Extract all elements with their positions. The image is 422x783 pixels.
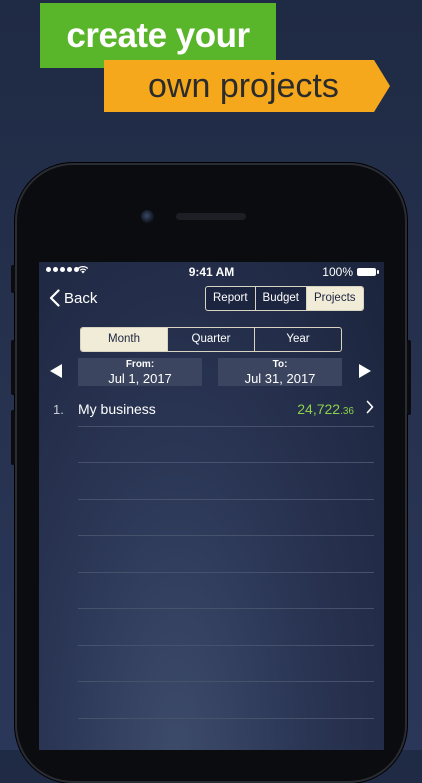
phone-mute-switch [11, 265, 15, 293]
battery-icon [357, 268, 379, 276]
project-index: 1. [53, 402, 64, 417]
promo-banner-projects: own projects [104, 60, 390, 112]
earpiece-speaker [176, 213, 246, 220]
from-date-field[interactable]: From: Jul 1, 2017 [78, 358, 202, 386]
period-year[interactable]: Year [255, 328, 341, 351]
list-divider [78, 499, 374, 500]
project-amount: 24,722.36 [297, 401, 354, 417]
tab-projects[interactable]: Projects [306, 287, 363, 310]
list-divider [78, 681, 374, 682]
status-bar: 9:41 AM 100% [39, 262, 384, 282]
phone-volume-down [11, 410, 15, 465]
chevron-left-icon [49, 289, 60, 307]
list-divider [78, 535, 374, 536]
app-screen: 9:41 AM 100% Back Report Budget Projects… [39, 262, 384, 750]
period-month[interactable]: Month [81, 328, 168, 351]
promo-banner-create: create your [40, 3, 276, 68]
front-camera [141, 210, 154, 223]
project-amount-cents: .36 [340, 406, 354, 417]
to-date-field[interactable]: To: Jul 31, 2017 [218, 358, 342, 386]
list-divider [78, 572, 374, 573]
from-value: Jul 1, 2017 [108, 371, 172, 386]
tab-budget[interactable]: Budget [256, 287, 307, 310]
phone-power-button [407, 340, 411, 415]
period-segmented-control: Month Quarter Year [80, 327, 342, 352]
project-row[interactable]: 1. My business 24,722.36 [39, 397, 384, 427]
list-divider [78, 426, 374, 427]
chevron-right-icon [366, 400, 374, 414]
phone-volume-up [11, 340, 15, 395]
list-divider [78, 462, 374, 463]
back-button[interactable]: Back [49, 289, 97, 307]
to-label: To: [272, 359, 288, 370]
to-value: Jul 31, 2017 [244, 371, 316, 386]
back-label: Back [64, 289, 98, 307]
project-amount-main: 24,722 [297, 401, 341, 417]
tab-report[interactable]: Report [206, 287, 256, 310]
from-label: From: [125, 359, 155, 370]
list-divider [78, 718, 374, 719]
previous-period-icon[interactable] [50, 364, 62, 378]
list-divider [78, 608, 374, 609]
period-quarter[interactable]: Quarter [168, 328, 255, 351]
battery-percent: 100% [322, 265, 353, 279]
list-divider [78, 645, 374, 646]
next-period-icon[interactable] [359, 364, 371, 378]
view-segmented-control: Report Budget Projects [205, 286, 364, 311]
project-name: My business [78, 401, 156, 417]
